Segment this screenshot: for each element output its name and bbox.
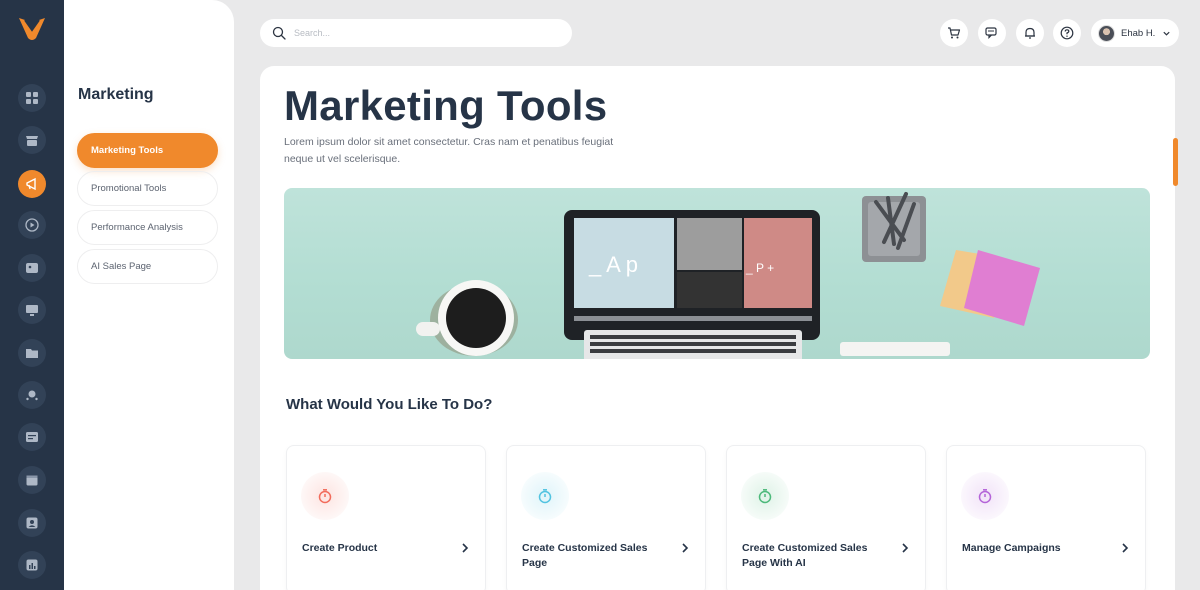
page-title: Marketing Tools	[284, 82, 608, 129]
chevron-right-icon	[462, 543, 469, 553]
shop-icon	[26, 136, 38, 146]
subnav-item-ai-sales-page[interactable]: AI Sales Page	[77, 249, 218, 284]
chat-button[interactable]	[978, 19, 1006, 47]
section-title: What Would You Like To Do?	[286, 396, 493, 413]
action-card-create-sales-page[interactable]: Create Customized Sales Page	[506, 445, 706, 590]
chevron-right-icon	[1122, 543, 1129, 553]
user-menu[interactable]: Ehab H.	[1091, 19, 1179, 47]
search-input[interactable]	[294, 28, 564, 38]
rail-play[interactable]	[18, 211, 46, 239]
subnav-item-label: Marketing Tools	[91, 145, 164, 156]
sub-sidebar: Marketing Marketing Tools Promotional To…	[64, 0, 234, 590]
banner-screen-text-right: _ P +	[745, 261, 774, 275]
stopwatch-icon	[538, 489, 552, 504]
main-content: Marketing Tools Lorem ipsum dolor sit am…	[260, 66, 1175, 590]
marketing-icon	[26, 177, 36, 191]
subnav-title: Marketing	[78, 86, 154, 103]
subnav-item-label: Promotional Tools	[91, 183, 167, 194]
icon-rail	[0, 0, 64, 590]
chat-icon	[985, 27, 997, 39]
banner-screen-text-left: _ A p	[588, 252, 638, 277]
rail-contacts[interactable]	[18, 509, 46, 537]
bell-icon	[1025, 27, 1035, 39]
monitor-icon	[26, 305, 38, 316]
rail-marketing[interactable]	[18, 170, 46, 198]
rail-analytics[interactable]	[18, 551, 46, 579]
message-icon	[26, 432, 38, 442]
dashboard-icon	[26, 92, 38, 104]
user-name: Ehab H.	[1121, 27, 1156, 39]
cart-icon	[948, 27, 961, 39]
search-icon	[272, 26, 286, 40]
banner-illustration: _ A p _ P +	[416, 192, 1040, 359]
action-card-create-sales-page-ai[interactable]: Create Customized Sales Page With AI	[726, 445, 926, 590]
stopwatch-icon	[318, 489, 332, 504]
avatar	[1098, 24, 1115, 42]
stopwatch-icon	[978, 489, 992, 504]
help-icon	[1060, 26, 1074, 40]
subnav-item-marketing-tools[interactable]: Marketing Tools	[77, 133, 218, 168]
action-label: Manage Campaigns	[962, 542, 1061, 554]
rail-message[interactable]	[18, 423, 46, 451]
calendar-icon	[26, 475, 38, 486]
analytics-icon	[26, 559, 38, 571]
community-icon	[26, 390, 38, 401]
subnav-item-promotional-tools[interactable]: Promotional Tools	[77, 171, 218, 206]
chevron-right-icon	[902, 543, 909, 553]
action-label: Create Customized Sales Page With AI	[742, 542, 868, 569]
scrollbar-thumb[interactable]	[1173, 138, 1178, 186]
subnav-item-performance-analysis[interactable]: Performance Analysis	[77, 210, 218, 245]
rail-folder[interactable]	[18, 339, 46, 367]
subnav-item-label: AI Sales Page	[91, 261, 152, 272]
page-description: Lorem ipsum dolor sit amet consectetur. …	[284, 136, 614, 165]
play-icon	[25, 218, 39, 232]
hero-banner: _ A p _ P +	[284, 188, 1150, 359]
rail-monitor[interactable]	[18, 296, 46, 324]
folder-icon	[26, 349, 38, 358]
subnav-item-label: Performance Analysis	[91, 222, 183, 233]
rail-shop[interactable]	[18, 126, 46, 154]
notifications-button[interactable]	[1016, 19, 1044, 47]
contacts-icon	[26, 517, 38, 529]
logo-icon[interactable]	[16, 14, 48, 42]
rail-media[interactable]	[18, 254, 46, 282]
action-label: Create Product	[302, 542, 378, 554]
action-label: Create Customized Sales Page	[522, 542, 648, 569]
media-icon	[26, 263, 38, 273]
cart-button[interactable]	[940, 19, 968, 47]
chevron-right-icon	[682, 543, 689, 553]
stopwatch-icon	[758, 489, 772, 504]
chevron-down-icon	[1163, 31, 1170, 36]
search-bar[interactable]	[260, 19, 572, 47]
rail-calendar[interactable]	[18, 466, 46, 494]
rail-community[interactable]	[18, 381, 46, 409]
action-card-manage-campaigns[interactable]: Manage Campaigns	[946, 445, 1146, 590]
help-button[interactable]	[1053, 19, 1081, 47]
rail-dashboard[interactable]	[18, 84, 46, 112]
action-card-create-product[interactable]: Create Product	[286, 445, 486, 590]
